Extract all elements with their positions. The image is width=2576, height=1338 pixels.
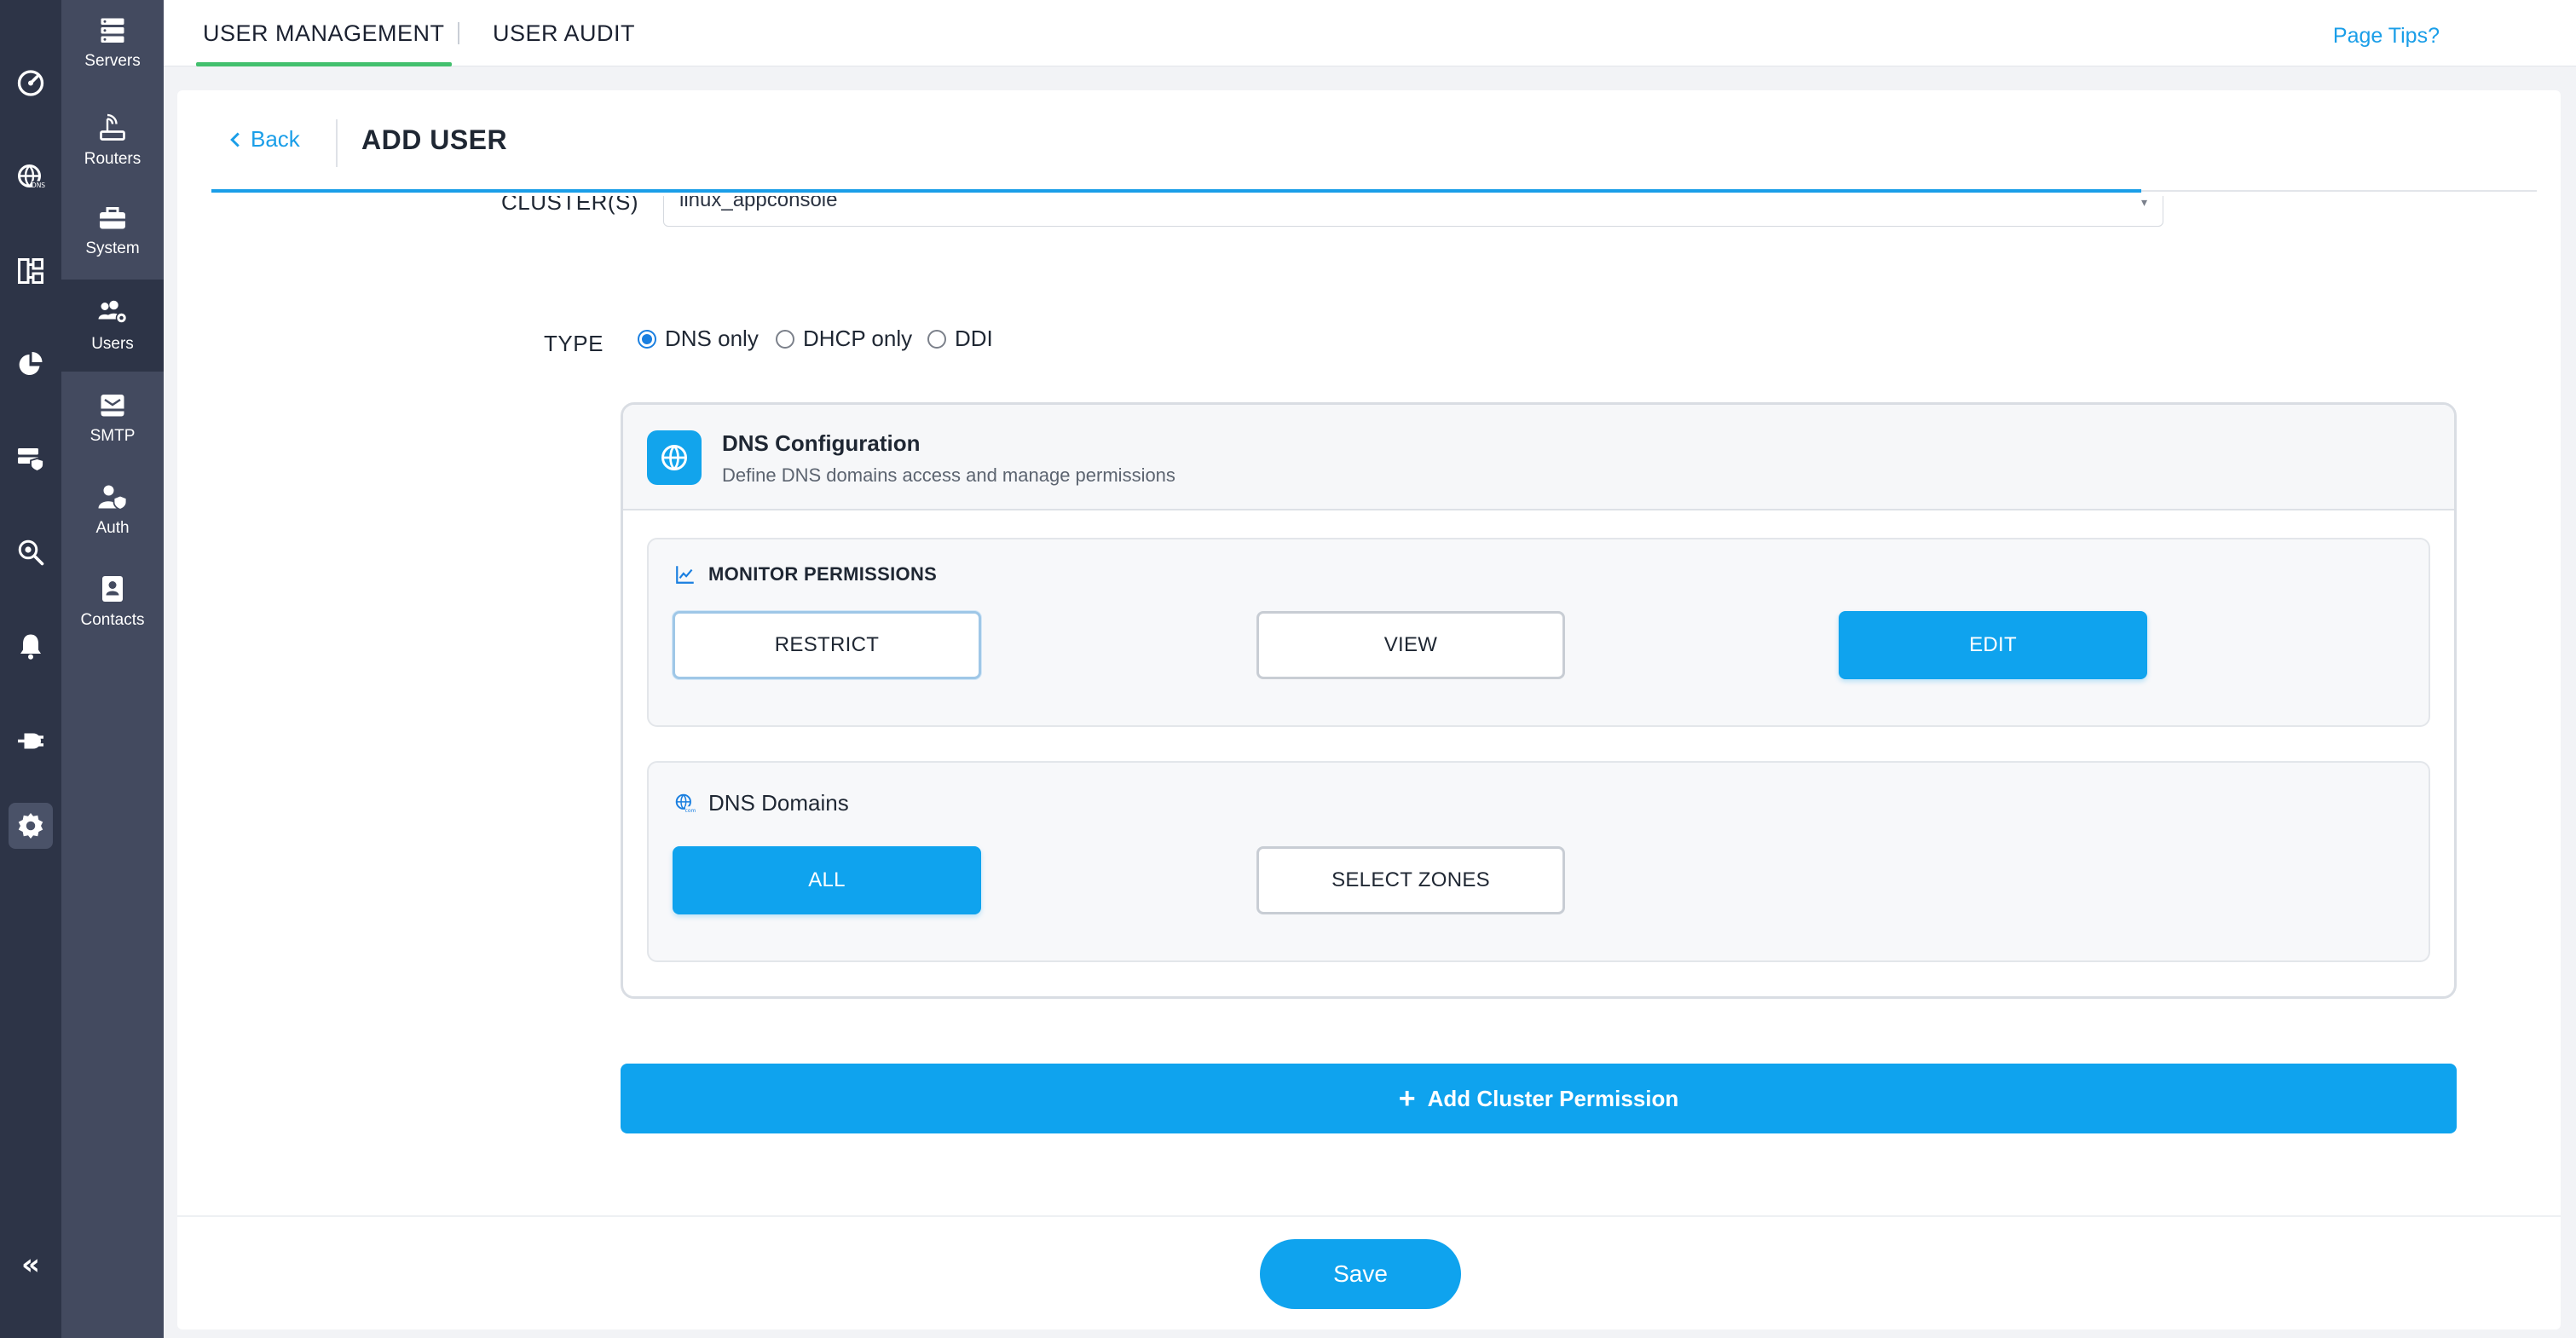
subnav-item-label: Contacts (80, 611, 145, 629)
back-button[interactable]: Back (228, 126, 300, 153)
mail-tray-icon (101, 395, 124, 417)
select-zones-button[interactable]: SELECT ZONES (1256, 846, 1565, 914)
subnav-item-label: Auth (95, 519, 130, 537)
dns-domains-section: com DNS Domains ALL SELECT ZONES (647, 761, 2430, 962)
view-button[interactable]: VIEW (1256, 611, 1565, 679)
notifications-bell-icon[interactable] (12, 627, 49, 665)
dns-domain-globe-icon: com (675, 793, 696, 813)
type-radio-group: TYPE DNS only DHCP only DDI (177, 315, 2561, 366)
cluster-row: CLUSTER(S) linux_appconsole ▾ (177, 196, 2561, 230)
page-title: ADD USER (361, 124, 508, 155)
users-gear-icon (98, 300, 128, 324)
dns-globe-icon[interactable]: DNS (12, 159, 49, 196)
subnav-item-auth[interactable]: Auth (61, 464, 164, 556)
globe-icon (647, 430, 702, 485)
cluster-select[interactable]: linux_appconsole ▾ (663, 196, 2163, 227)
radio-dns-only[interactable]: DNS only (638, 326, 759, 352)
router-icon (100, 113, 125, 141)
radio-indicator (638, 329, 656, 349)
plus-icon: + (1398, 1082, 1416, 1115)
radio-ddi[interactable]: DDI (927, 326, 993, 352)
page-tips-link[interactable]: Page Tips? (2333, 0, 2440, 72)
cluster-label: CLUSTER(S) (501, 196, 639, 215)
icon-rail: DNS « (0, 0, 61, 1338)
servers-icon (101, 18, 124, 43)
tab-divider (458, 22, 459, 44)
dns-domains-header: com DNS Domains (674, 790, 849, 816)
subnav-item-label: SMTP (90, 427, 136, 445)
subnav-item-label: System (85, 239, 140, 257)
user-shield-icon (98, 485, 128, 510)
settings-gear-icon[interactable] (9, 803, 53, 849)
header-rule (2141, 190, 2537, 192)
svg-text:com: com (685, 807, 696, 813)
network-topology-icon[interactable] (12, 252, 49, 290)
subnav-item-label: Routers (84, 150, 142, 168)
dns-configuration-panel: DNS Configuration Define DNS domains acc… (621, 402, 2457, 999)
top-tab-bar: USER MANAGEMENT USER AUDIT Page Tips? (164, 0, 2576, 66)
dns-config-subtitle: Define DNS domains access and manage per… (722, 464, 1175, 486)
chevron-down-icon: ▾ (2140, 196, 2147, 209)
card-header: Back ADD USER (177, 90, 2561, 193)
subnav-item-label: Servers (84, 52, 141, 70)
search-bug-icon[interactable] (12, 533, 49, 571)
settings-subnav: Servers Routers System Users SMTP Auth C… (61, 0, 164, 1338)
subnav-item-label: Users (91, 335, 134, 353)
all-domains-button[interactable]: ALL (673, 846, 981, 914)
plugin-plug-icon[interactable] (12, 721, 49, 758)
monitor-permissions-section: MONITOR PERMISSIONS RESTRICT VIEW EDIT (647, 538, 2430, 727)
radio-label: DHCP only (803, 326, 913, 351)
header-divider (336, 119, 338, 167)
radio-label: DNS only (665, 326, 759, 351)
content-card: Back ADD USER CLUSTER(S) linux_appconsol… (177, 90, 2561, 1329)
dashboard-gauge-icon[interactable] (12, 63, 49, 101)
tab-user-management[interactable]: USER MANAGEMENT (196, 0, 452, 66)
edit-button[interactable]: EDIT (1839, 611, 2147, 679)
footer-divider (177, 1215, 2561, 1217)
server-security-icon[interactable] (12, 440, 49, 477)
dns-config-title: DNS Configuration (722, 430, 921, 456)
dns-domains-title: DNS Domains (708, 790, 849, 816)
subnav-item-users[interactable]: Users (61, 280, 164, 372)
contact-book-icon (102, 576, 123, 602)
page-scrollbar-track[interactable] (2561, 68, 2576, 1338)
subnav-item-contacts[interactable]: Contacts (61, 556, 164, 648)
subnav-item-servers[interactable]: Servers (61, 0, 164, 85)
analytics-pie-icon[interactable] (12, 346, 49, 384)
subnav-item-smtp[interactable]: SMTP (61, 372, 164, 464)
svg-text:DNS: DNS (32, 182, 45, 189)
add-cluster-permission-label: Add Cluster Permission (1427, 1085, 1679, 1111)
back-label: Back (251, 126, 300, 152)
progress-underline (211, 189, 2141, 193)
radio-dhcp-only[interactable]: DHCP only (776, 326, 912, 352)
radio-indicator (927, 329, 946, 349)
subnav-item-routers[interactable]: Routers (61, 94, 164, 187)
chevron-left-icon (230, 131, 240, 147)
radio-indicator (776, 329, 794, 349)
restrict-button[interactable]: RESTRICT (673, 611, 981, 679)
type-label: TYPE (544, 331, 604, 356)
monitor-permissions-header: MONITOR PERMISSIONS (674, 563, 937, 585)
add-cluster-permission-button[interactable]: + Add Cluster Permission (621, 1064, 2457, 1133)
toolbox-icon (100, 207, 125, 229)
dns-panel-header: DNS Configuration Define DNS domains acc… (623, 405, 2454, 510)
tab-user-audit[interactable]: USER AUDIT (493, 0, 635, 66)
trend-chart-icon (676, 566, 694, 584)
collapse-sidebar-icon[interactable]: « (12, 1246, 49, 1283)
monitor-permissions-title: MONITOR PERMISSIONS (708, 563, 938, 585)
radio-label: DDI (955, 326, 993, 351)
subnav-item-system[interactable]: System (61, 187, 164, 273)
save-button[interactable]: Save (1260, 1239, 1461, 1309)
cluster-select-value: linux_appconsole (679, 196, 838, 211)
